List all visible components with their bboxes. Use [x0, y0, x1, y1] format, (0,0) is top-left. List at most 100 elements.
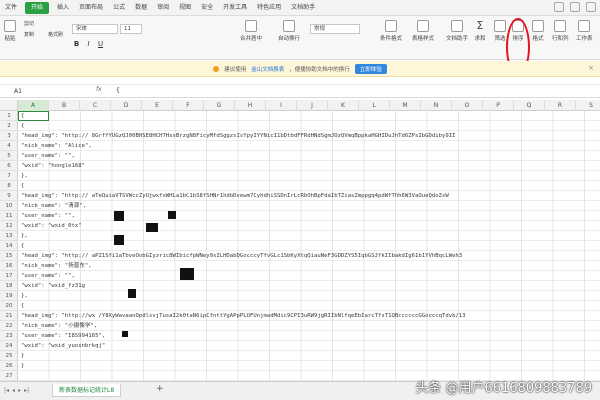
- minimize-icon[interactable]: [554, 2, 564, 12]
- filter-button[interactable]: 筛选: [494, 20, 506, 42]
- row-header[interactable]: 19: [0, 291, 18, 301]
- column-header[interactable]: G: [204, 100, 235, 111]
- first-sheet-icon[interactable]: |◂: [4, 387, 9, 394]
- merge-icon: [245, 20, 257, 32]
- column-header[interactable]: S: [576, 100, 600, 111]
- column-headers: ABCDEFGHIJKLMNOPQRS: [0, 100, 600, 111]
- cell-line: "nick_name": "小摄像学",: [21, 323, 98, 329]
- worksheet-button[interactable]: 工作表: [576, 20, 593, 42]
- row-header[interactable]: 15: [0, 251, 18, 261]
- column-header[interactable]: L: [359, 100, 390, 111]
- conditional-format-button[interactable]: 条件格式: [380, 20, 402, 42]
- table-style-button[interactable]: 表格样式: [412, 20, 434, 42]
- menu-item[interactable]: 安全: [196, 2, 218, 14]
- merge-center-button[interactable]: 合并居中: [240, 20, 262, 42]
- menu-item[interactable]: 开发工具: [218, 2, 252, 14]
- menu-item[interactable]: 文档助手: [286, 2, 320, 14]
- row-header[interactable]: 11: [0, 211, 18, 221]
- row-header[interactable]: 6: [0, 161, 18, 171]
- filter-icon: [494, 20, 506, 32]
- column-header[interactable]: A: [18, 100, 49, 111]
- row-header[interactable]: 25: [0, 351, 18, 361]
- close-icon[interactable]: [586, 2, 596, 12]
- cell-line: }: [21, 353, 25, 359]
- maximize-icon[interactable]: [570, 2, 580, 12]
- notice-try-button[interactable]: 立即体验: [354, 63, 387, 74]
- column-header[interactable]: O: [452, 100, 483, 111]
- column-header[interactable]: E: [142, 100, 173, 111]
- column-header[interactable]: C: [80, 100, 111, 111]
- next-sheet-icon[interactable]: ▸: [18, 387, 21, 394]
- menu-item[interactable]: 特色应用: [252, 2, 286, 14]
- column-header[interactable]: D: [111, 100, 142, 111]
- row-header[interactable]: 2: [0, 121, 18, 131]
- row-header[interactable]: 4: [0, 141, 18, 151]
- notice-link[interactable]: 金山文档换表: [251, 65, 284, 73]
- column-header[interactable]: I: [266, 100, 297, 111]
- column-header[interactable]: J: [297, 100, 328, 111]
- column-header[interactable]: K: [328, 100, 359, 111]
- last-sheet-icon[interactable]: ▸|: [24, 387, 29, 394]
- row-header[interactable]: 17: [0, 271, 18, 281]
- menu-item[interactable]: 数据: [130, 2, 152, 14]
- italic-button[interactable]: I: [84, 40, 93, 49]
- row-header[interactable]: 12: [0, 221, 18, 231]
- menu-item[interactable]: 插入: [52, 2, 74, 14]
- column-header[interactable]: B: [49, 100, 80, 111]
- menu-item[interactable]: 页面布局: [74, 2, 108, 14]
- font-name-select[interactable]: 宋体: [72, 24, 118, 34]
- row-header[interactable]: 3: [0, 131, 18, 141]
- row-header[interactable]: 18: [0, 281, 18, 291]
- menu-item[interactable]: 文件: [0, 2, 22, 14]
- font-size-select[interactable]: 11: [120, 24, 142, 34]
- menu-item[interactable]: 开始: [25, 1, 50, 14]
- menu-item[interactable]: 视图: [174, 2, 196, 14]
- row-header[interactable]: 13: [0, 231, 18, 241]
- row-header[interactable]: 27: [0, 371, 18, 381]
- sheet-tab-active[interactable]: 新表数据标记统计L8: [52, 384, 122, 397]
- number-format-select[interactable]: 常规: [310, 24, 360, 34]
- row-header[interactable]: 26: [0, 361, 18, 371]
- column-header[interactable]: P: [483, 100, 514, 111]
- auto-wrap-button[interactable]: 自动换行: [278, 20, 300, 42]
- column-header[interactable]: Q: [514, 100, 545, 111]
- row-header[interactable]: 24: [0, 341, 18, 351]
- row-header[interactable]: 9: [0, 191, 18, 201]
- row-header[interactable]: 7: [0, 171, 18, 181]
- cut-button[interactable]: 剪切: [24, 20, 34, 27]
- row-header[interactable]: 14: [0, 241, 18, 251]
- row-header[interactable]: 21: [0, 311, 18, 321]
- rows-cols-button[interactable]: 行和列: [552, 20, 569, 42]
- row-header[interactable]: 20: [0, 301, 18, 311]
- row-header[interactable]: 5: [0, 151, 18, 161]
- sum-button[interactable]: Σ 求和: [474, 20, 486, 43]
- select-all-corner[interactable]: [0, 100, 18, 111]
- row-header[interactable]: 1: [0, 111, 18, 121]
- row-header[interactable]: 10: [0, 201, 18, 211]
- column-header[interactable]: M: [390, 100, 421, 111]
- add-sheet-button[interactable]: +: [156, 384, 164, 394]
- paste-button[interactable]: 粘贴: [4, 20, 16, 42]
- doc-helper-button[interactable]: 文档助手: [446, 20, 468, 42]
- formula-input[interactable]: {: [116, 87, 120, 94]
- column-header[interactable]: F: [173, 100, 204, 111]
- name-box[interactable]: A1: [14, 87, 84, 96]
- row-header[interactable]: 22: [0, 321, 18, 331]
- copy-button[interactable]: 复制: [24, 31, 34, 38]
- prev-sheet-icon[interactable]: ◂: [12, 387, 15, 394]
- bold-button[interactable]: B: [72, 40, 81, 49]
- format-button[interactable]: 格式: [532, 20, 544, 42]
- menu-item[interactable]: 公式: [108, 2, 130, 14]
- format-painter-button[interactable]: 格式刷: [48, 31, 63, 38]
- underline-button[interactable]: U: [96, 40, 105, 49]
- row-header[interactable]: 8: [0, 181, 18, 191]
- column-header[interactable]: N: [421, 100, 452, 111]
- column-header[interactable]: R: [545, 100, 576, 111]
- fx-icon[interactable]: fx: [96, 86, 102, 93]
- cell-grid[interactable]: } } "wxid": "wxid_yuosnbrkqj" "user_name…: [18, 111, 600, 381]
- column-header[interactable]: H: [235, 100, 266, 111]
- row-header[interactable]: 16: [0, 261, 18, 271]
- menu-item[interactable]: 审阅: [152, 2, 174, 14]
- close-icon[interactable]: ×: [588, 64, 594, 72]
- row-header[interactable]: 23: [0, 331, 18, 341]
